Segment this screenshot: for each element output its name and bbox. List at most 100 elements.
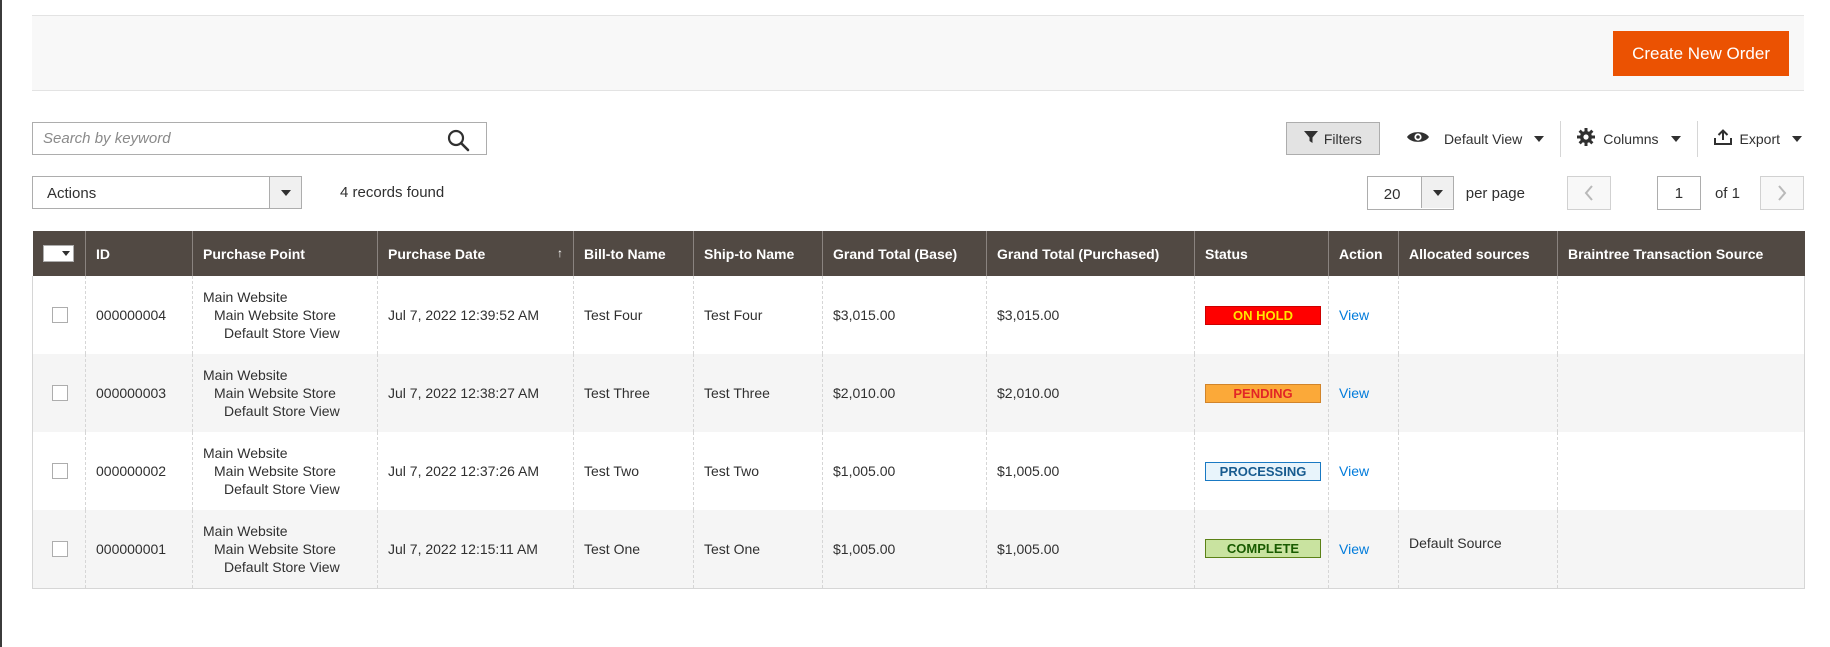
purchase-point: Main Website Main Website Store Default St…: [192, 276, 378, 354]
dropdown-toggle[interactable]: [269, 177, 301, 208]
view-order-link[interactable]: View: [1339, 385, 1369, 401]
column-header-total-purchased[interactable]: Grand Total (Purchased): [986, 231, 1195, 276]
bill-to-name: Test Three: [573, 354, 694, 432]
status-badge: ON HOLD: [1205, 305, 1321, 325]
column-header-purchase-date[interactable]: Purchase Date ↑: [377, 231, 574, 276]
dropdown-toggle[interactable]: [1420, 177, 1453, 208]
row-checkbox[interactable]: [52, 307, 68, 323]
per-page-value: 20: [1383, 186, 1401, 203]
view-label: Default View: [1443, 130, 1523, 147]
view-order-link[interactable]: View: [1339, 463, 1369, 479]
status-cell: COMPLETE: [1194, 510, 1329, 589]
column-header-total-base[interactable]: Grand Total (Base): [822, 231, 987, 276]
grand-total-base: $2,010.00: [822, 354, 987, 432]
store-view-name: Default Store View: [224, 325, 340, 341]
previous-page-button[interactable]: [1566, 176, 1611, 210]
store-view-name: Default Store View: [224, 403, 340, 419]
search-input[interactable]: [33, 123, 433, 154]
select-options-toggle[interactable]: [59, 246, 73, 261]
row-select-cell: [32, 276, 86, 354]
page-number-input[interactable]: [1656, 176, 1701, 210]
table-row[interactable]: 000000003 Main Website Main Website Store…: [32, 354, 1805, 432]
action-cell: View: [1328, 432, 1399, 510]
view-order-link[interactable]: View: [1339, 307, 1369, 323]
eye-icon: [1406, 129, 1430, 148]
next-page-button[interactable]: [1760, 176, 1804, 210]
filters-button[interactable]: Filters: [1285, 122, 1380, 155]
page-actions-bar: Create New Order: [32, 16, 1804, 91]
mass-select-checkbox[interactable]: [42, 245, 74, 262]
view-order-link[interactable]: View: [1339, 541, 1369, 557]
allocated-sources: [1398, 354, 1558, 432]
order-id: 000000002: [85, 432, 193, 510]
column-header-id[interactable]: ID: [85, 231, 193, 276]
store-name: Main Website Store: [214, 385, 336, 401]
grand-total-purchased: $1,005.00: [986, 510, 1195, 589]
column-header-purchase-point[interactable]: Purchase Point: [192, 231, 378, 276]
status-cell: PROCESSING: [1194, 432, 1329, 510]
allocated-sources: [1398, 276, 1558, 354]
chevron-down-icon: [1432, 190, 1443, 196]
purchase-date: Jul 7, 2022 12:15:11 AM: [377, 510, 574, 589]
row-checkbox[interactable]: [52, 463, 68, 479]
grid-header-row: ID Purchase Point Purchase Date ↑ Bill-to…: [32, 231, 1805, 276]
columns-label: Columns: [1603, 130, 1659, 147]
action-cell: View: [1328, 510, 1399, 589]
column-header-status[interactable]: Status: [1194, 231, 1329, 276]
braintree-source: [1557, 354, 1805, 432]
table-row[interactable]: 000000002 Main Website Main Website Store…: [32, 432, 1805, 510]
grid-toolbar: Filters Default View Columns Export: [1285, 120, 1804, 157]
chevron-down-icon: [61, 251, 70, 256]
gear-icon: [1577, 128, 1596, 149]
column-header-allocated-sources: Allocated sources: [1398, 231, 1558, 276]
mass-actions-dropdown[interactable]: Actions: [32, 176, 302, 209]
allocated-source-name: Default Source: [1409, 534, 1502, 551]
columns-control[interactable]: Columns: [1561, 122, 1696, 155]
chevron-down-icon: [281, 190, 291, 196]
bill-to-name: Test Four: [573, 276, 694, 354]
export-control[interactable]: Export: [1698, 122, 1804, 155]
grand-total-base: $1,005.00: [822, 432, 987, 510]
grand-total-base: $3,015.00: [822, 276, 987, 354]
row-select-cell: [32, 510, 86, 589]
braintree-source: [1557, 276, 1805, 354]
grand-total-purchased: $1,005.00: [986, 432, 1195, 510]
bill-to-name: Test One: [573, 510, 694, 589]
order-id: 000000001: [85, 510, 193, 589]
row-checkbox[interactable]: [52, 385, 68, 401]
column-header-bill-to[interactable]: Bill-to Name: [573, 231, 694, 276]
chevron-left-icon: [1584, 185, 1593, 201]
orders-grid: ID Purchase Point Purchase Date ↑ Bill-to…: [32, 231, 1805, 589]
select-all-box[interactable]: [44, 247, 59, 260]
action-cell: View: [1328, 354, 1399, 432]
column-header-ship-to[interactable]: Ship-to Name: [693, 231, 823, 276]
table-row[interactable]: 000000001 Main Website Main Website Store…: [32, 510, 1805, 589]
store-view-name: Default Store View: [224, 558, 340, 575]
ship-to-name: Test Three: [693, 354, 823, 432]
purchase-date: Jul 7, 2022 12:37:26 AM: [377, 432, 574, 510]
create-new-order-button[interactable]: Create New Order: [1613, 31, 1789, 76]
purchase-point: Main Website Main Website Store Default St…: [192, 354, 378, 432]
view-switcher[interactable]: Default View: [1380, 122, 1560, 155]
table-row[interactable]: 000000004 Main Website Main Website Store…: [32, 276, 1805, 354]
ship-to-name: Test Two: [693, 432, 823, 510]
per-page-select[interactable]: 20: [1366, 176, 1454, 210]
allocated-sources: Default Source: [1398, 510, 1558, 589]
store-name: Main Website Store: [214, 463, 336, 479]
total-pages-label: of 1: [1714, 184, 1740, 202]
keyword-search: [32, 122, 487, 155]
website-name: Main Website: [203, 522, 288, 539]
column-header-action: Action: [1328, 231, 1399, 276]
grand-total-base: $1,005.00: [822, 510, 987, 589]
chevron-down-icon: [1534, 135, 1545, 142]
search-icon[interactable]: [446, 128, 470, 152]
chevron-right-icon: [1778, 185, 1787, 201]
per-page-label: per page: [1465, 184, 1525, 202]
column-header-braintree-source[interactable]: Braintree Transaction Source: [1557, 231, 1805, 276]
chevron-down-icon: [1670, 135, 1681, 142]
row-checkbox[interactable]: [52, 540, 68, 557]
bill-to-name: Test Two: [573, 432, 694, 510]
status-cell: PENDING: [1194, 354, 1329, 432]
order-id: 000000003: [85, 354, 193, 432]
chevron-down-icon: [1792, 135, 1802, 142]
